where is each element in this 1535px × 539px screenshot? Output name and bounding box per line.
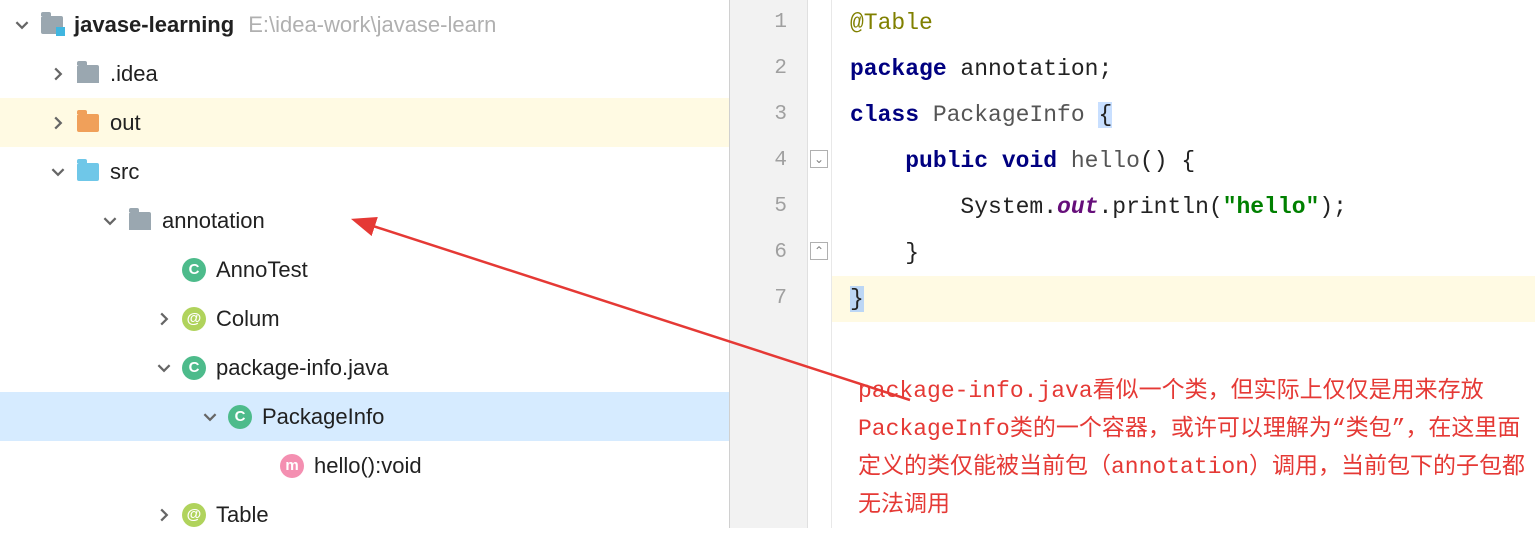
tree-node-hello-method[interactable]: m hello():void — [0, 441, 729, 490]
chevron-right-icon[interactable] — [48, 64, 68, 84]
source-folder-icon — [76, 160, 100, 184]
node-label: package-info.java — [216, 355, 388, 381]
node-label: Colum — [216, 306, 280, 332]
keyword-token: public — [905, 148, 988, 174]
chevron-right-icon[interactable] — [154, 505, 174, 525]
folder-icon — [76, 62, 100, 86]
annotation-token: @Table — [850, 10, 933, 36]
tree-node-colum[interactable]: @ Colum — [0, 294, 729, 343]
line-number: 7 — [730, 276, 787, 322]
string-token: "hello" — [1223, 194, 1320, 220]
line-number: 2 — [730, 46, 787, 92]
keyword-token: package — [850, 56, 947, 82]
fold-gutter: ⌄ ⌃ — [808, 0, 832, 528]
identifier-token: PackageInfo — [919, 102, 1098, 128]
class-icon: C — [182, 356, 206, 380]
chevron-down-icon[interactable] — [12, 15, 32, 35]
tree-node-root[interactable]: javase-learning E:\idea-work\javase-lear… — [0, 0, 729, 49]
identifier-token: System. — [960, 194, 1057, 220]
tree-node-src[interactable]: src — [0, 147, 729, 196]
node-label: Table — [216, 502, 269, 528]
chevron-down-icon[interactable] — [48, 162, 68, 182]
annotation-icon: @ — [182, 503, 206, 527]
code-line[interactable]: System.out.println("hello"); — [850, 184, 1535, 230]
package-folder-icon — [128, 209, 152, 233]
identifier-token: annotation — [947, 56, 1099, 82]
line-number: 6 — [730, 230, 787, 276]
chevron-down-icon[interactable] — [100, 211, 120, 231]
node-label: hello():void — [314, 453, 422, 479]
chevron-down-icon[interactable] — [154, 358, 174, 378]
code-line[interactable]: } — [832, 276, 1535, 322]
fold-marker-icon[interactable]: ⌃ — [810, 242, 828, 260]
node-label: PackageInfo — [262, 404, 384, 430]
line-number: 1 — [730, 0, 787, 46]
line-number: 4 — [730, 138, 787, 184]
code-line[interactable]: } — [850, 230, 1535, 276]
tree-node-annotation[interactable]: annotation — [0, 196, 729, 245]
tree-node-packageinfojava[interactable]: C package-info.java — [0, 343, 729, 392]
module-folder-icon — [40, 13, 64, 37]
chevron-right-icon[interactable] — [48, 113, 68, 133]
field-token: out — [1057, 194, 1098, 220]
code-line[interactable]: @Table — [850, 0, 1535, 46]
punct-token: ; — [1098, 56, 1112, 82]
line-number: 5 — [730, 184, 787, 230]
brace-token: { — [1098, 102, 1112, 128]
tree-node-annotest[interactable]: C AnnoTest — [0, 245, 729, 294]
method-icon: m — [280, 454, 304, 478]
project-tree[interactable]: javase-learning E:\idea-work\javase-lear… — [0, 0, 730, 528]
tree-node-table[interactable]: @ Table — [0, 490, 729, 539]
node-label: javase-learning — [74, 12, 234, 38]
keyword-token: class — [850, 102, 919, 128]
class-icon: C — [228, 405, 252, 429]
node-label: AnnoTest — [216, 257, 308, 283]
keyword-token: void — [1002, 148, 1057, 174]
tree-node-out[interactable]: out — [0, 98, 729, 147]
code-line[interactable]: package annotation; — [850, 46, 1535, 92]
fold-marker-icon[interactable]: ⌄ — [810, 150, 828, 168]
identifier-token: .println( — [1098, 194, 1222, 220]
line-number: 3 — [730, 92, 787, 138]
chevron-down-icon[interactable] — [200, 407, 220, 427]
whitespace — [988, 148, 1002, 174]
brace-token: } — [905, 240, 919, 266]
code-line[interactable]: class PackageInfo { — [850, 92, 1535, 138]
brace-token: } — [850, 286, 864, 312]
whitespace — [850, 148, 905, 174]
identifier-token: hello — [1057, 148, 1140, 174]
annotation-note: package-info.java看似一个类，但实际上仅仅是用来存放Packag… — [858, 372, 1528, 524]
excluded-folder-icon — [76, 111, 100, 135]
whitespace — [850, 240, 905, 266]
annotation-icon: @ — [182, 307, 206, 331]
punct-token: ); — [1319, 194, 1347, 220]
line-number-gutter: 1 2 3 4 5 6 7 — [730, 0, 808, 528]
node-label: .idea — [110, 61, 158, 87]
tree-node-packageinfo-class[interactable]: C PackageInfo — [0, 392, 729, 441]
tree-node-idea[interactable]: .idea — [0, 49, 729, 98]
node-path: E:\idea-work\javase-learn — [248, 12, 496, 38]
punct-token: () { — [1140, 148, 1195, 174]
chevron-right-icon[interactable] — [154, 309, 174, 329]
node-label: out — [110, 110, 141, 136]
class-icon: C — [182, 258, 206, 282]
whitespace — [850, 194, 960, 220]
code-line[interactable]: public void hello() { — [850, 138, 1535, 184]
node-label: annotation — [162, 208, 265, 234]
node-label: src — [110, 159, 139, 185]
